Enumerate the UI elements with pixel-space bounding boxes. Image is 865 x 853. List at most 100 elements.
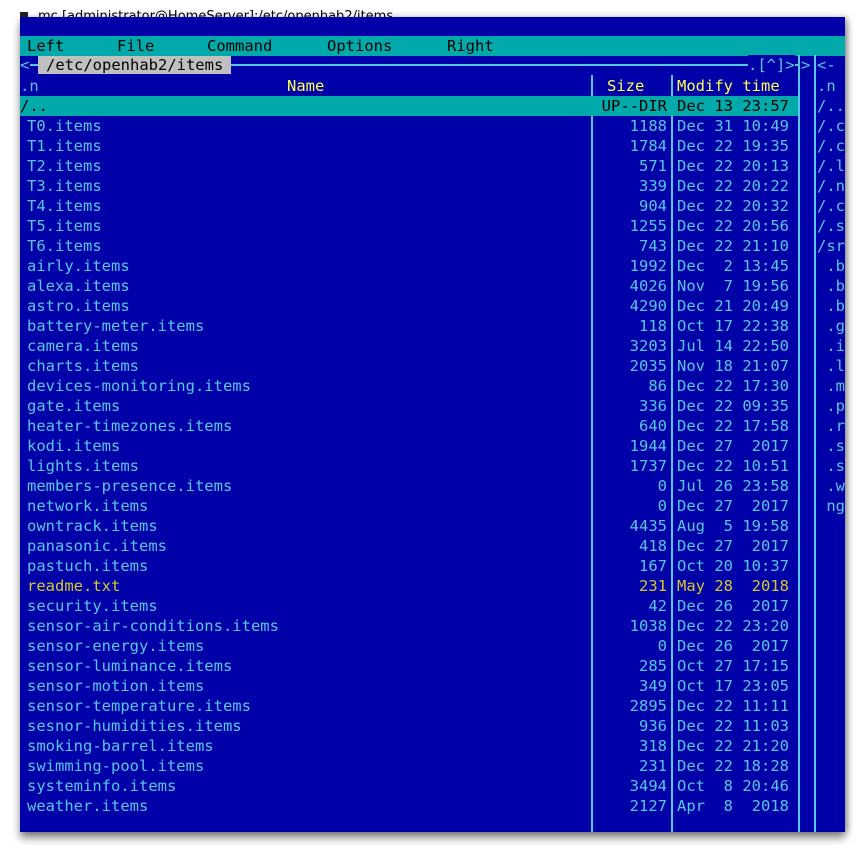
right-panel-item[interactable]: .r bbox=[817, 416, 845, 436]
right-panel-item[interactable]: /.l bbox=[817, 156, 845, 176]
file-name: panasonic.items bbox=[27, 537, 167, 555]
file-row[interactable]: owntrack.items 4435 Aug 5 19:58 bbox=[20, 516, 798, 536]
file-name: alexa.items bbox=[27, 277, 130, 295]
file-row[interactable]: airly.items 1992 Dec 2 13:45 bbox=[20, 256, 798, 276]
right-panel-item[interactable]: .m bbox=[817, 376, 845, 396]
right-panel-item[interactable]: .g bbox=[817, 316, 845, 336]
menu-options[interactable]: Options bbox=[327, 36, 392, 56]
file-date: Dec 22 19:35 bbox=[677, 137, 789, 155]
right-panel-item[interactable]: /.n bbox=[817, 176, 845, 196]
file-row[interactable]: members-presence.items 0 Jul 26 23:58 bbox=[20, 476, 798, 496]
file-row[interactable]: T5.items 1255 Dec 22 20:56 bbox=[20, 216, 798, 236]
right-panel-item[interactable]: .b bbox=[817, 276, 845, 296]
file-name: T4.items bbox=[27, 197, 102, 215]
file-name: sensor-air-conditions.items bbox=[27, 617, 279, 635]
file-row[interactable]: kodi.items 1944 Dec 27 2017 bbox=[20, 436, 798, 456]
file-size: 1038 bbox=[629, 617, 667, 635]
right-panel-left-border bbox=[814, 55, 816, 832]
right-panel-item[interactable]: .l bbox=[817, 356, 845, 376]
file-name: swimming-pool.items bbox=[27, 757, 205, 775]
file-name: systeminfo.items bbox=[27, 777, 177, 795]
left-panel-path[interactable]: /etc/openhab2/items bbox=[38, 56, 232, 74]
right-panel-item[interactable]: .s bbox=[817, 456, 845, 476]
file-size: 640 bbox=[639, 417, 667, 435]
file-size: 231 bbox=[639, 577, 667, 595]
file-row[interactable]: T3.items 339 Dec 22 20:22 bbox=[20, 176, 798, 196]
file-row[interactable]: systeminfo.items 3494 Oct 8 20:46 bbox=[20, 776, 798, 796]
sort-indicator[interactable]: .n bbox=[20, 76, 39, 96]
file-date: Nov 7 19:56 bbox=[677, 277, 789, 295]
file-date: Oct 17 23:05 bbox=[677, 677, 789, 695]
right-panel-item[interactable]: .p bbox=[817, 396, 845, 416]
file-row[interactable]: sensor-motion.items 349 Oct 17 23:05 bbox=[20, 676, 798, 696]
file-row[interactable]: security.items 42 Dec 26 2017 bbox=[20, 596, 798, 616]
file-date: Dec 22 23:20 bbox=[677, 617, 789, 635]
file-row[interactable]: pastuch.items 167 Oct 20 10:37 bbox=[20, 556, 798, 576]
file-row[interactable]: battery-meter.items 118 Oct 17 22:38 bbox=[20, 316, 798, 336]
file-row[interactable]: lights.items 1737 Dec 22 10:51 bbox=[20, 456, 798, 476]
file-size: 1784 bbox=[629, 137, 667, 155]
right-panel-sort[interactable]: .n bbox=[817, 76, 836, 96]
right-panel-item[interactable]: /.c bbox=[817, 196, 845, 216]
file-size: 571 bbox=[639, 157, 667, 175]
file-row[interactable]: sensor-air-conditions.items 1038 Dec 22 23… bbox=[20, 616, 798, 636]
right-panel-item[interactable]: .s bbox=[817, 436, 845, 456]
file-date: Nov 18 21:07 bbox=[677, 357, 789, 375]
column-name-header[interactable]: Name bbox=[287, 76, 324, 96]
right-panel-item[interactable]: ng bbox=[817, 496, 845, 516]
file-size: 3494 bbox=[629, 777, 667, 795]
file-date: Oct 20 10:37 bbox=[677, 557, 789, 575]
file-date: Dec 22 10:51 bbox=[677, 457, 789, 475]
file-row[interactable]: heater-timezones.items 640 Dec 22 17:58 bbox=[20, 416, 798, 436]
column-size-header[interactable]: Size bbox=[607, 76, 644, 96]
right-panel-item[interactable]: .i bbox=[817, 336, 845, 356]
file-name: sensor-motion.items bbox=[27, 677, 205, 695]
right-panel-item[interactable]: .b bbox=[817, 296, 845, 316]
file-row[interactable]: camera.items 3203 Jul 14 22:50 bbox=[20, 336, 798, 356]
file-row-updir[interactable]: /.. UP--DIR Dec 13 23:57 bbox=[20, 96, 798, 116]
file-date: Dec 22 11:03 bbox=[677, 717, 789, 735]
file-row[interactable]: weather.items 2127 Apr 8 2018 bbox=[20, 796, 798, 816]
file-size: UP--DIR bbox=[601, 97, 667, 115]
menu-left[interactable]: Left bbox=[27, 36, 64, 56]
file-row[interactable]: T4.items 904 Dec 22 20:32 bbox=[20, 196, 798, 216]
file-row[interactable]: T1.items 1784 Dec 22 19:35 bbox=[20, 136, 798, 156]
file-row[interactable]: T0.items 1188 Dec 31 10:49 bbox=[20, 116, 798, 136]
file-row[interactable]: network.items 0 Dec 27 2017 bbox=[20, 496, 798, 516]
panel-history-indicator[interactable]: .[^]> bbox=[748, 55, 795, 75]
file-row-readme[interactable]: readme.txt 231 May 28 2018 bbox=[20, 576, 798, 596]
right-panel-item[interactable]: .b bbox=[817, 256, 845, 276]
menu-right[interactable]: Right bbox=[447, 36, 494, 56]
file-date: Dec 26 2017 bbox=[677, 637, 789, 655]
file-row[interactable]: astro.items 4290 Dec 21 20:49 bbox=[20, 296, 798, 316]
file-row[interactable]: sensor-energy.items 0 Dec 26 2017 bbox=[20, 636, 798, 656]
file-row[interactable]: sesnor-humidities.items 936 Dec 22 11:03 bbox=[20, 716, 798, 736]
file-row[interactable]: alexa.items 4026 Nov 7 19:56 bbox=[20, 276, 798, 296]
right-panel-item[interactable]: /.c bbox=[817, 136, 845, 156]
file-row[interactable]: sensor-luminance.items 285 Oct 27 17:15 bbox=[20, 656, 798, 676]
column-modify-header[interactable]: Modify time bbox=[677, 76, 780, 96]
file-date: Oct 17 22:38 bbox=[677, 317, 789, 335]
right-panel-item[interactable]: /.. bbox=[817, 96, 845, 116]
right-panel-item[interactable]: /.c bbox=[817, 116, 845, 136]
right-panel-item[interactable]: /sr bbox=[817, 236, 845, 256]
right-panel-item[interactable]: /.s bbox=[817, 216, 845, 236]
file-date: Dec 31 10:49 bbox=[677, 117, 789, 135]
file-row[interactable]: T2.items 571 Dec 22 20:13 bbox=[20, 156, 798, 176]
file-name: pastuch.items bbox=[27, 557, 149, 575]
file-row[interactable]: smoking-barrel.items 318 Dec 22 21:20 bbox=[20, 736, 798, 756]
file-row[interactable]: panasonic.items 418 Dec 27 2017 bbox=[20, 536, 798, 556]
right-panel-item[interactable]: .w bbox=[817, 476, 845, 496]
file-row[interactable]: devices-monitoring.items 86 Dec 22 17:30 bbox=[20, 376, 798, 396]
file-row[interactable]: sensor-temperature.items 2895 Dec 22 11:11 bbox=[20, 696, 798, 716]
file-date: Aug 5 19:58 bbox=[677, 517, 789, 535]
file-row[interactable]: charts.items 2035 Nov 18 21:07 bbox=[20, 356, 798, 376]
file-name: T3.items bbox=[27, 177, 102, 195]
menu-command[interactable]: Command bbox=[207, 36, 272, 56]
file-name: T5.items bbox=[27, 217, 102, 235]
file-row[interactable]: T6.items 743 Dec 22 21:10 bbox=[20, 236, 798, 256]
file-name: T6.items bbox=[27, 237, 102, 255]
menu-file[interactable]: File bbox=[117, 36, 154, 56]
file-row[interactable]: gate.items 336 Dec 22 09:35 bbox=[20, 396, 798, 416]
file-row[interactable]: swimming-pool.items 231 Dec 22 18:28 bbox=[20, 756, 798, 776]
